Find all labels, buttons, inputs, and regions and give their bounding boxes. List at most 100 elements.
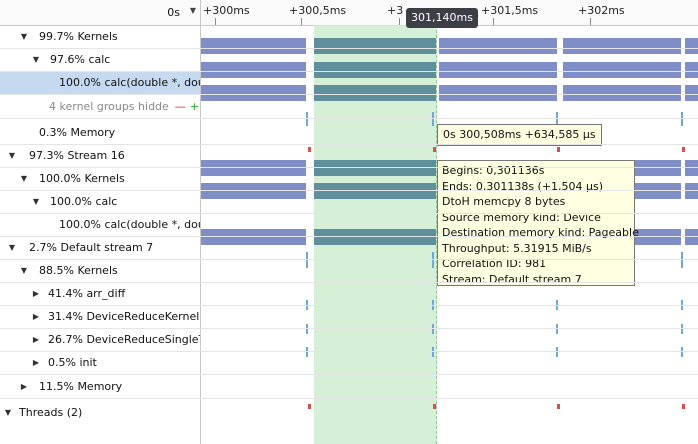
kernel-bar[interactable] (685, 38, 698, 54)
tree-row[interactable]: ▶ 11.5% Memory (0, 375, 200, 398)
event-marker[interactable] (681, 347, 683, 357)
tree-row-label: 100.0% calc(double *, doub (59, 76, 200, 89)
row-divider (0, 328, 698, 329)
ruler-tick-mark (590, 18, 591, 25)
event-marker[interactable] (306, 112, 308, 126)
tree-row[interactable]: 100.0% calc(double *, doub (0, 71, 200, 94)
event-marker[interactable] (432, 347, 434, 357)
kernel-bar[interactable] (685, 160, 698, 176)
event-marker[interactable] (681, 112, 683, 126)
expand-group-icon[interactable]: + (190, 100, 199, 113)
memory-transfer-mark[interactable] (433, 404, 436, 409)
range-tooltip: 0s 300,508ms +634,585 µs (437, 124, 602, 146)
ruler-tick-label: +301,5ms (481, 4, 539, 17)
event-marker[interactable] (432, 112, 434, 126)
tree-row[interactable]: ▼ 97.6% calc (0, 48, 200, 71)
kernel-bar[interactable] (201, 160, 306, 176)
expand-arrow-icon[interactable]: ▶ (31, 282, 41, 305)
collapse-arrow-icon[interactable]: ▼ (7, 236, 17, 259)
collapse-group-icon[interactable]: — (175, 100, 186, 113)
kernel-bar[interactable] (201, 62, 306, 78)
tree-row[interactable]: ▼ 100.0% Kernels (0, 167, 200, 190)
tree-row[interactable]: 4 kernel groups hidde — + (0, 95, 200, 118)
row-divider (0, 259, 698, 260)
tree-row-label: 0.3% Memory (39, 126, 116, 139)
tree-row-label: 4 kernel groups hidde — + (49, 100, 200, 113)
kernel-bar[interactable] (314, 85, 436, 101)
collapse-arrow-icon[interactable]: ▼ (19, 259, 29, 282)
tree-row-label: 31.4% DeviceReduceKernel (48, 310, 200, 323)
tree-row[interactable]: ▼ 99.7% Kernels (0, 25, 200, 48)
kernel-bar[interactable] (439, 62, 557, 78)
kernel-bar[interactable] (439, 85, 557, 101)
kernel-bar[interactable] (201, 38, 306, 54)
memory-transfer-mark[interactable] (682, 404, 685, 409)
row-divider (0, 213, 698, 214)
kernel-bar[interactable] (685, 62, 698, 78)
kernel-bar[interactable] (314, 183, 436, 199)
tree-row[interactable]: ▼ 88.5% Kernels (0, 259, 200, 282)
tree-row[interactable]: 100.0% calc(double *, doub (0, 213, 200, 236)
tree-row[interactable]: ▼ 97.3% Stream 16 (0, 144, 200, 167)
tree-row[interactable]: 0.3% Memory (0, 121, 200, 144)
tree-panel: 0s ▼ ▼ 99.7% Kernels ▼ 97.6% calc 100.0% cal… (0, 0, 201, 444)
kernel-bar[interactable] (685, 183, 698, 199)
kernel-bar[interactable] (563, 62, 681, 78)
tooltip-line: Ends: 0,301138s (+1,504 µs) (442, 179, 604, 193)
tree-row[interactable]: ▶ 0.5% init (0, 351, 200, 374)
event-marker[interactable] (306, 324, 308, 334)
expand-arrow-icon[interactable]: ▶ (31, 305, 41, 328)
kernel-bar[interactable] (563, 38, 681, 54)
memory-transfer-mark[interactable] (557, 147, 560, 152)
tree-row[interactable]: ▼ 2.7% Default stream 7 (0, 236, 200, 259)
kernel-bar[interactable] (685, 229, 698, 245)
kernel-bar[interactable] (314, 160, 436, 176)
event-marker[interactable] (306, 252, 308, 268)
tree-row[interactable]: ▼ 100.0% calc (0, 190, 200, 213)
event-marker[interactable] (681, 252, 683, 268)
tree-row-label: 99.7% Kernels (39, 30, 118, 43)
kernel-bar[interactable] (201, 85, 306, 101)
memory-transfer-mark[interactable] (433, 147, 436, 152)
expand-arrow-icon[interactable]: ▶ (31, 328, 41, 351)
tree-row-label: 88.5% Kernels (39, 264, 118, 277)
collapse-arrow-icon[interactable]: ▼ (3, 401, 13, 424)
memory-transfer-mark[interactable] (308, 147, 311, 152)
chevron-down-icon[interactable]: ▼ (190, 6, 196, 15)
kernel-bar[interactable] (314, 229, 436, 245)
tooltip-line: Destination memory kind: Pageable (442, 226, 639, 239)
collapse-arrow-icon[interactable]: ▼ (31, 190, 41, 213)
tree-row[interactable]: ▶ 31.4% DeviceReduceKernel (0, 305, 200, 328)
kernel-bar[interactable] (439, 38, 557, 54)
kernel-bar[interactable] (685, 85, 698, 101)
kernel-bar[interactable] (201, 229, 306, 245)
event-marker[interactable] (556, 347, 558, 357)
memcpy-details-tooltip: Begins: 0,301136s Ends: 0,301138s (+1,504… (437, 160, 639, 286)
time-start-label: 0s (167, 6, 180, 19)
event-marker[interactable] (306, 347, 308, 357)
expand-arrow-icon[interactable]: ▶ (19, 375, 29, 398)
kernel-bar[interactable] (201, 183, 306, 199)
kernel-bar[interactable] (314, 62, 436, 78)
tree-row[interactable]: ▶ 41.4% arr_diff (0, 282, 200, 305)
memory-transfer-mark[interactable] (682, 147, 685, 152)
memory-transfer-mark[interactable] (557, 404, 560, 409)
collapse-arrow-icon[interactable]: ▼ (19, 167, 29, 190)
event-marker[interactable] (432, 324, 434, 334)
ruler-tick-label: +3 (387, 4, 404, 17)
event-marker[interactable] (432, 252, 434, 268)
kernel-bar[interactable] (563, 85, 681, 101)
ruler-tick-mark (301, 18, 302, 25)
event-marker[interactable] (556, 324, 558, 334)
expand-arrow-icon[interactable]: ▶ (31, 351, 41, 374)
tree-row[interactable]: ▼ Threads (2) (0, 401, 200, 424)
ruler-tick-mark (399, 18, 400, 25)
collapse-arrow-icon[interactable]: ▼ (7, 144, 17, 167)
event-marker[interactable] (681, 324, 683, 334)
tree-row-label: Threads (2) (19, 406, 83, 419)
tree-row[interactable]: ▶ 26.7% DeviceReduceSingleTi (0, 328, 200, 351)
kernel-bar[interactable] (314, 38, 436, 54)
memory-transfer-mark[interactable] (308, 404, 311, 409)
collapse-arrow-icon[interactable]: ▼ (19, 25, 29, 48)
collapse-arrow-icon[interactable]: ▼ (31, 48, 41, 71)
